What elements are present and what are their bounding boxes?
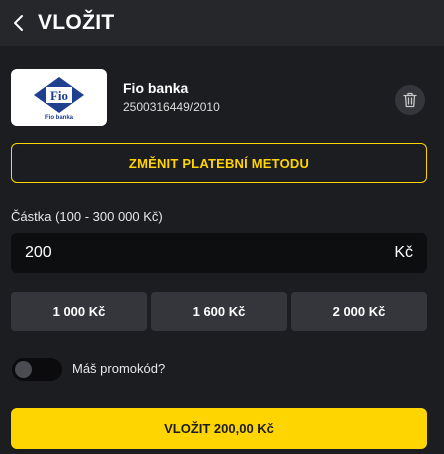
promo-code-toggle[interactable] — [12, 358, 62, 381]
quick-amount-button-2000[interactable]: 2 000 Kč — [291, 292, 427, 331]
amount-input[interactable]: 200 Kč — [11, 233, 427, 273]
amount-label: Částka (100 - 300 000 Kč) — [11, 209, 163, 224]
back-button[interactable] — [8, 11, 30, 35]
fio-logo-caption: Fio banka — [45, 115, 74, 121]
toggle-knob — [15, 361, 32, 378]
submit-deposit-button[interactable]: VLOŽIT 200,00 Kč — [11, 408, 427, 449]
fio-logo-text: Fio — [50, 88, 68, 103]
fio-logo-icon: Fio Fio banka — [34, 76, 84, 121]
amount-currency: Kč — [394, 244, 413, 261]
delete-payment-method-button[interactable] — [395, 85, 425, 115]
bank-logo: Fio Fio banka — [11, 69, 107, 126]
quick-amount-button-1600[interactable]: 1 600 Kč — [151, 292, 287, 331]
bank-account-number: 2500316449/2010 — [123, 100, 220, 114]
chevron-left-icon — [14, 15, 23, 31]
promo-code-label: Máš promokód? — [72, 361, 166, 376]
change-payment-method-button[interactable]: ZMĚNIT PLATEBNÍ METODU — [11, 143, 427, 183]
trash-icon — [403, 92, 417, 108]
page-title: VLOŽIT — [38, 11, 115, 34]
quick-amount-button-1000[interactable]: 1 000 Kč — [11, 292, 147, 331]
header-bar: VLOŽIT — [0, 0, 444, 46]
bank-name: Fio banka — [123, 80, 189, 96]
amount-value[interactable]: 200 — [25, 244, 52, 262]
